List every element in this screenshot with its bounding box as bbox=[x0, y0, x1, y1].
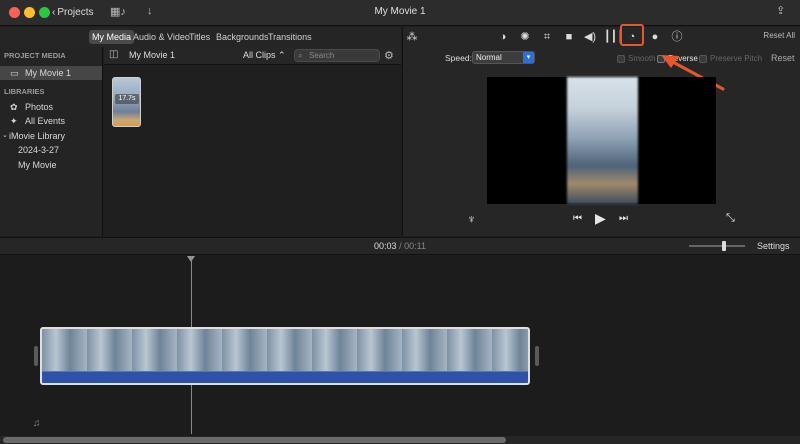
timeline-header: 00:03 / 00:11 Settings bbox=[0, 237, 800, 255]
tab-my-media[interactable]: My Media bbox=[89, 30, 135, 44]
reset-all-button[interactable]: Reset All bbox=[763, 31, 795, 40]
libraries-header: LIBRARIES bbox=[4, 87, 45, 96]
library-sidebar: PROJECT MEDIA ▭ My Movie 1 LIBRARIES ✿ P… bbox=[0, 47, 103, 236]
info-icon[interactable]: ⓘ bbox=[670, 30, 684, 44]
clip-duration-badge: 17.7s bbox=[115, 94, 139, 104]
tab-transitions[interactable]: Transitions bbox=[265, 30, 315, 44]
media-clip-thumbnail[interactable]: 17.7s bbox=[112, 77, 141, 127]
sidebar-item-event-date[interactable]: 2024-3-27 bbox=[0, 143, 102, 157]
sidebar-toggle-icon[interactable]: ◫ bbox=[109, 49, 118, 60]
clip-filter-select[interactable]: All Clips ⌃ bbox=[243, 50, 286, 61]
star-icon: ✦ bbox=[10, 116, 18, 126]
tab-backgrounds[interactable]: Backgrounds bbox=[213, 30, 272, 44]
color-balance-icon[interactable]: ◑ bbox=[496, 30, 510, 44]
search-input[interactable]: ⌕ Search bbox=[294, 49, 380, 62]
window-title: My Movie 1 bbox=[374, 6, 426, 17]
speed-select[interactable]: Normal ▾ bbox=[472, 51, 535, 64]
browser-header: ◫ My Movie 1 All Clips ⌃ ⌕ Search ⚙ bbox=[104, 47, 401, 65]
project-media-header: PROJECT MEDIA bbox=[4, 51, 66, 60]
zoom-slider-handle[interactable] bbox=[722, 241, 726, 251]
clip-trim-handle-left[interactable] bbox=[34, 346, 38, 366]
media-tab-bar: My Media Audio & Video Titles Background… bbox=[0, 27, 401, 47]
speed-controls: Speed: Normal ▾ Smooth Reverse Preserve … bbox=[403, 51, 800, 67]
color-correction-icon[interactable]: ✺ bbox=[518, 30, 532, 44]
sidebar-item-photos[interactable]: ✿ Photos bbox=[0, 100, 102, 114]
sidebar-item-imovie-library[interactable]: ⌄ iMovie Library bbox=[0, 129, 102, 143]
timecode: 00:03 / 00:11 bbox=[374, 241, 426, 251]
smooth-checkbox[interactable]: Smooth bbox=[617, 54, 656, 63]
video-clip-track[interactable] bbox=[40, 327, 530, 385]
chevron-updown-icon: ⌃ bbox=[278, 50, 286, 60]
equalizer-icon[interactable]: ┃┃┃ bbox=[604, 30, 624, 44]
music-note-icon: ♫ bbox=[33, 418, 41, 429]
sidebar-item-my-movie-1[interactable]: ▭ My Movie 1 bbox=[0, 66, 102, 80]
stabilization-icon[interactable]: ■ bbox=[562, 30, 576, 44]
timeline-scrollbar[interactable] bbox=[0, 436, 800, 444]
fullscreen-icon[interactable]: ⤡ bbox=[726, 212, 735, 225]
microphone-icon[interactable]: ♆ bbox=[467, 212, 476, 226]
magic-wand-icon[interactable]: ⁂ bbox=[405, 30, 419, 44]
reset-button[interactable]: Reset bbox=[771, 53, 795, 63]
disclosure-down-icon[interactable]: ⌄ bbox=[2, 129, 8, 143]
browser-settings-icon[interactable]: ⚙ bbox=[384, 49, 394, 62]
sidebar-item-my-movie[interactable]: My Movie bbox=[0, 158, 102, 172]
crop-icon[interactable]: ⌗ bbox=[540, 30, 554, 44]
browser-title: My Movie 1 bbox=[129, 50, 176, 60]
play-icon[interactable]: ▶ bbox=[595, 210, 606, 227]
media-browser: ◫ My Movie 1 All Clips ⌃ ⌕ Search ⚙ 17.7… bbox=[104, 47, 401, 236]
speed-label: Speed: bbox=[445, 53, 472, 63]
photos-icon: ✿ bbox=[10, 102, 18, 112]
video-frame bbox=[567, 77, 638, 204]
title-bar: ‹ Projects ▦♪ ↓ My Movie 1 ⇪ bbox=[0, 0, 800, 26]
clip-trim-handle-right[interactable] bbox=[535, 346, 539, 366]
share-icon[interactable]: ⇪ bbox=[776, 4, 785, 17]
skip-back-icon[interactable]: ⏮ bbox=[573, 213, 582, 224]
skip-forward-icon[interactable]: ⏭ bbox=[619, 213, 628, 224]
tab-titles[interactable]: Titles bbox=[186, 30, 213, 44]
chevron-down-icon: ▾ bbox=[523, 52, 534, 63]
film-icon: ▭ bbox=[10, 68, 19, 78]
video-preview[interactable] bbox=[487, 77, 716, 204]
volume-icon[interactable]: ◀) bbox=[583, 30, 597, 44]
tab-audio-video[interactable]: Audio & Video bbox=[130, 30, 193, 44]
timeline[interactable]: ♫ bbox=[0, 256, 800, 444]
speed-tool-highlight bbox=[620, 24, 644, 46]
viewer-panel: ⁂ ◑ ✺ ⌗ ■ ◀) ┃┃┃ ◔ ● ⓘ Reset All Speed: … bbox=[402, 24, 800, 236]
timeline-settings-button[interactable]: Settings bbox=[757, 241, 790, 251]
noise-reduction-icon[interactable]: ● bbox=[648, 30, 662, 44]
scrollbar-thumb[interactable] bbox=[3, 437, 506, 443]
timeline-zoom-slider[interactable] bbox=[689, 245, 745, 247]
adjustment-toolbar: ⁂ ◑ ✺ ⌗ ■ ◀) ┃┃┃ ◔ ● ⓘ Reset All bbox=[403, 24, 800, 47]
search-icon: ⌕ bbox=[298, 51, 303, 60]
sidebar-item-all-events[interactable]: ✦ All Events bbox=[0, 114, 102, 128]
clip-audio-waveform bbox=[42, 371, 528, 383]
